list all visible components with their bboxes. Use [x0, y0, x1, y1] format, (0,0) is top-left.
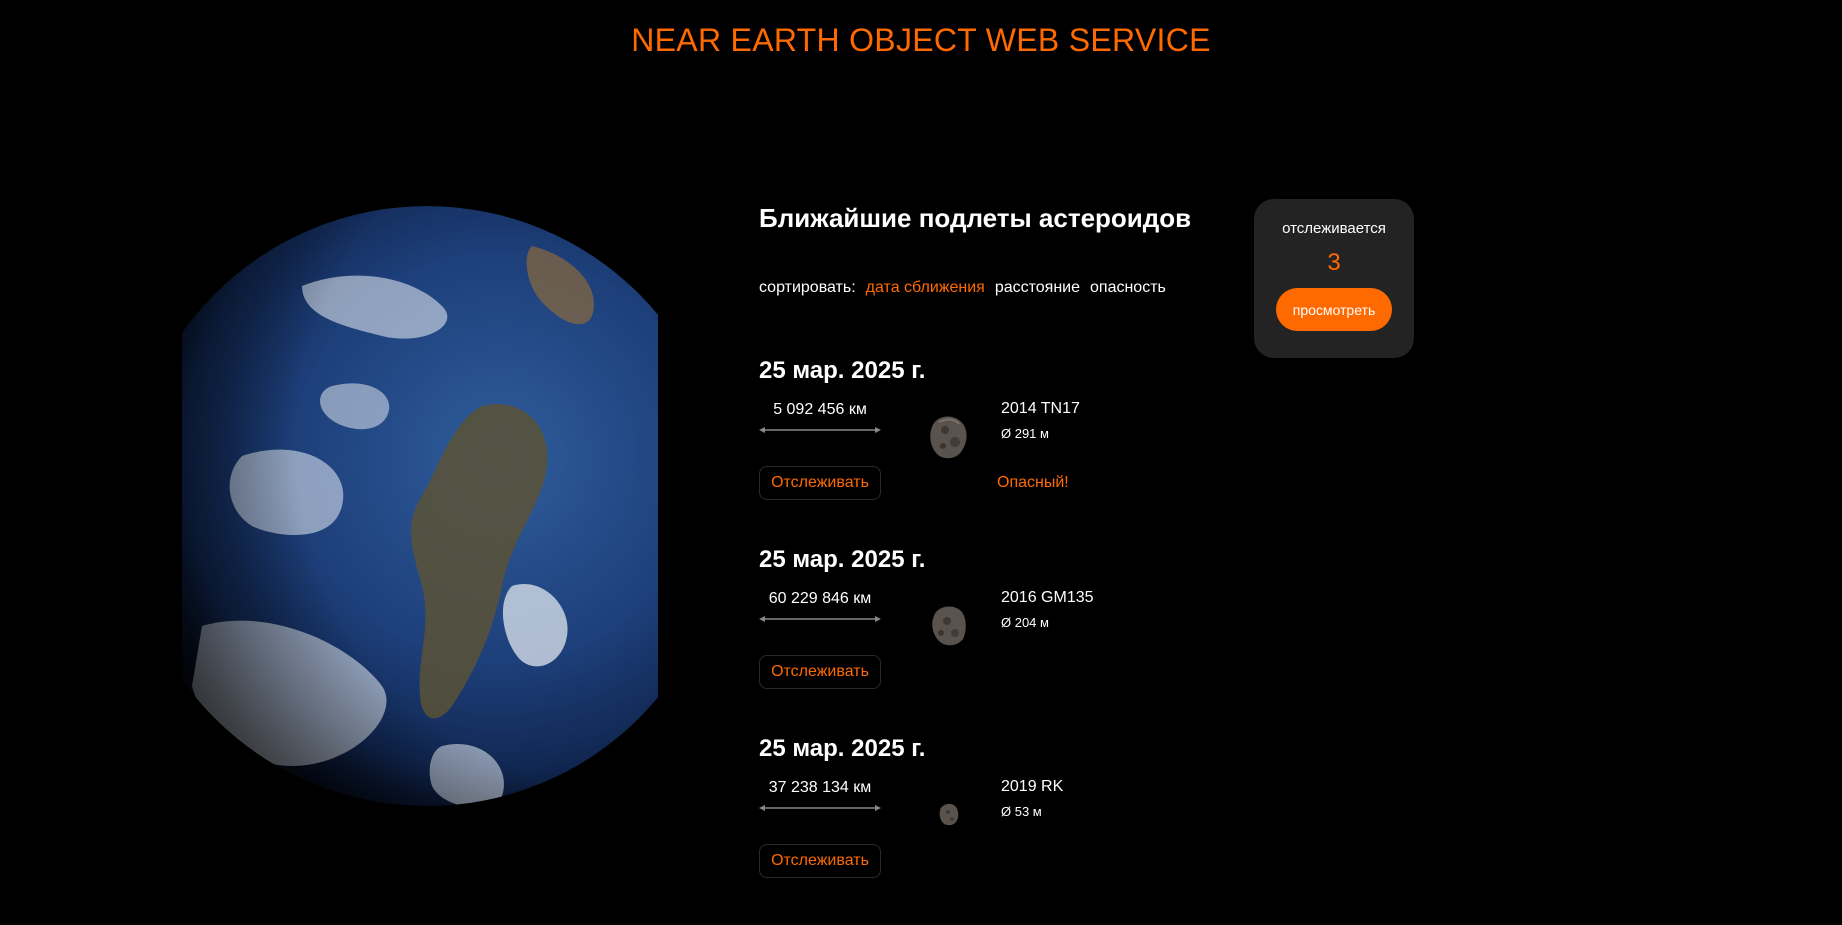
- distance-arrow-icon: [759, 427, 881, 433]
- site-title: NEAR EARTH OBJECT WEB SERVICE: [631, 22, 1211, 58]
- approach-item: 25 мар. 2025 г. 37 238 134 км 2019 RK Ø …: [759, 734, 1239, 923]
- asteroid-diameter: Ø 53 м: [1001, 804, 1042, 819]
- track-button[interactable]: Отслеживать: [759, 466, 881, 500]
- asteroid-name[interactable]: 2016 GM135: [1001, 589, 1094, 607]
- hazard-badge: Опасный!: [997, 474, 1069, 491]
- page: NEAR EARTH OBJECT WEB SERVICE Ближайшие …: [0, 0, 1842, 925]
- approach-item: 25 мар. 2025 г. 5 092 456 км 2014 TN17 Ø…: [759, 356, 1239, 545]
- distance-value: 37 238 134 км: [768, 779, 872, 796]
- distance-arrow-icon: [759, 805, 881, 811]
- approach-list: 25 мар. 2025 г. 5 092 456 км 2014 TN17 Ø…: [759, 356, 1239, 923]
- track-button[interactable]: Отслеживать: [759, 844, 881, 878]
- track-button[interactable]: Отслеживать: [759, 655, 881, 689]
- tracked-count: 3: [1327, 249, 1341, 276]
- asteroid-diameter: Ø 204 м: [1001, 615, 1049, 630]
- approach-item: 25 мар. 2025 г. 60 229 846 км 2016 GM135…: [759, 545, 1239, 734]
- approaches-section: Ближайшие подлеты астероидов сортировать…: [759, 200, 1239, 923]
- tracked-summary-card: отслеживается 3 просмотреть: [1254, 199, 1414, 358]
- asteroid-name[interactable]: 2019 RK: [1001, 778, 1063, 796]
- asteroid-diameter: Ø 291 м: [1001, 426, 1049, 441]
- approach-date: 25 мар. 2025 г.: [759, 546, 926, 573]
- distance-arrow-icon: [759, 616, 881, 622]
- sort-label: сортировать:: [759, 279, 856, 296]
- earth-image: [182, 206, 658, 814]
- asteroid-icon: [930, 416, 967, 459]
- section-title: Ближайшие подлеты астероидов: [759, 203, 1192, 233]
- sort-by-date[interactable]: дата сближения: [866, 279, 985, 297]
- asteroid-name[interactable]: 2014 TN17: [1001, 400, 1080, 418]
- sort-bar: сортировать: дата сближения расстояние о…: [759, 278, 1239, 298]
- asteroid-icon: [939, 803, 959, 826]
- sort-by-hazard[interactable]: опасность: [1090, 279, 1166, 297]
- sort-by-distance[interactable]: расстояние: [995, 279, 1080, 297]
- approach-date: 25 мар. 2025 г.: [759, 735, 926, 762]
- view-tracked-button[interactable]: просмотреть: [1276, 288, 1392, 331]
- distance-value: 60 229 846 км: [768, 590, 872, 607]
- tracked-label: отслеживается: [1282, 220, 1386, 237]
- approach-date: 25 мар. 2025 г.: [759, 357, 926, 384]
- asteroid-icon: [932, 606, 966, 646]
- distance-value: 5 092 456 км: [773, 401, 867, 418]
